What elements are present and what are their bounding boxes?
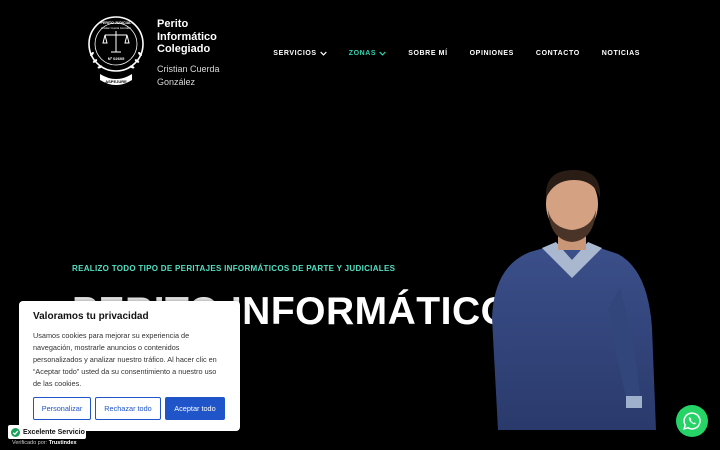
- nav-item-servicios[interactable]: SERVICIOS: [273, 50, 327, 57]
- brand-name-line: González: [157, 76, 196, 87]
- whatsapp-button[interactable]: [676, 405, 708, 437]
- trust-verified-line: Verificado por: Trustindex: [12, 440, 77, 446]
- brand-block[interactable]: Perito Informático Colegiado Cristian Cu…: [157, 18, 220, 89]
- chevron-down-icon: [379, 51, 386, 56]
- nav-item-label: OPINIONES: [469, 50, 514, 57]
- brand-title-line: Colegiado: [157, 43, 211, 55]
- trust-verified-prefix: Verificado por:: [12, 440, 48, 446]
- cookie-buttons: Personalizar Rechazar todo Aceptar todo: [33, 397, 225, 420]
- cookie-consent-dialog: Valoramos tu privacidad Usamos cookies p…: [19, 301, 240, 431]
- nav-item-label: CONTACTO: [535, 50, 580, 57]
- brand-title-line: Perito: [157, 18, 189, 30]
- reject-all-button[interactable]: Rechazar todo: [95, 397, 161, 420]
- nav-item-noticias[interactable]: NOTICIAS: [602, 50, 640, 57]
- seal-bottom-text: ASPEJURE: [105, 79, 127, 84]
- brand-title-line: Informático: [157, 30, 217, 43]
- customize-button[interactable]: Personalizar: [33, 397, 91, 420]
- brand-title: Perito Informático Colegiado: [157, 18, 220, 56]
- brand-name-line: Cristian Cuerda: [157, 63, 220, 74]
- trust-badge[interactable]: Excelente Servicio: [8, 425, 86, 439]
- trust-label: Excelente Servicio: [23, 428, 85, 436]
- cookie-text: Usamos cookies para mejorar su experienc…: [33, 331, 217, 388]
- nav-item-sobre-mi[interactable]: SOBRE MÍ: [408, 50, 447, 57]
- nav-item-label: ZONAS: [348, 50, 377, 57]
- nav-item-label: SERVICIOS: [273, 50, 317, 57]
- person-photo: [492, 170, 656, 430]
- accept-all-button[interactable]: Aceptar todo: [165, 397, 225, 420]
- cookie-title: Valoramos tu privacidad: [33, 311, 149, 322]
- main-navigation: SERVICIOS ZONAS SOBRE MÍ OPINIONES CONTA…: [273, 50, 640, 57]
- trust-verified-brand: Trustindex: [48, 440, 77, 446]
- nav-item-opiniones[interactable]: OPINIONES: [470, 50, 514, 57]
- perito-judicial-seal-logo[interactable]: PERITO JUDICIAL Cristian Cuerda González…: [86, 14, 146, 88]
- seal-top-text: PERITO JUDICIAL: [101, 21, 133, 25]
- seal-ring-text: Cristian Cuerda González: [101, 26, 131, 30]
- check-circle-icon: [11, 427, 20, 437]
- chevron-down-icon: [319, 51, 327, 56]
- nav-item-label: SOBRE MÍ: [408, 50, 448, 57]
- nav-item-contacto[interactable]: CONTACTO: [536, 50, 580, 57]
- nav-item-label: NOTICIAS: [601, 50, 640, 57]
- whatsapp-icon: [683, 412, 701, 430]
- seal-number: Nº 02605: [108, 56, 125, 61]
- brand-owner-name: Cristian Cuerda González: [157, 63, 220, 89]
- hero-subtitle: REALIZO TODO TIPO DE PERITAJES INFORMÁTI…: [72, 264, 396, 273]
- nav-item-zonas[interactable]: ZONAS: [349, 50, 387, 57]
